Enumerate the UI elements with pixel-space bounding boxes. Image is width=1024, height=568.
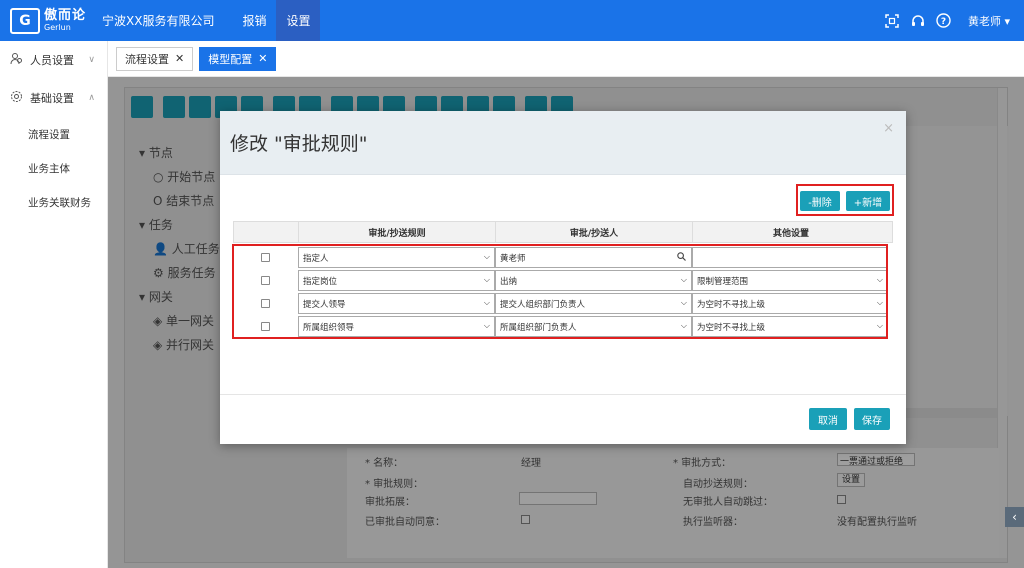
dialog-title: 修改 "审批规则": [230, 133, 368, 155]
other-settings-select[interactable]: 限制管理范围 ⌵: [692, 270, 888, 291]
rule-select[interactable]: 所属组织领导 ⌵: [298, 316, 495, 337]
table-body: 指定人 ⌵ 黄老师 指定岗位 ⌵ 出纳 ⌵ 限制管理范围 ⌵ 提交人领导 ⌵ 提交人组织部…: [232, 244, 893, 339]
sidebar-group-basic[interactable]: 基础设置 ∧: [0, 79, 107, 117]
nav-settings[interactable]: 设置: [276, 0, 321, 41]
column-header: 审批/抄送人: [496, 222, 693, 242]
tab-process-settings[interactable]: 流程设置 ✕: [116, 46, 194, 71]
other-settings-select[interactable]: 为空时不寻找上级 ⌵: [692, 316, 888, 337]
person-select[interactable]: 出纳 ⌵: [495, 270, 692, 291]
table-row: 指定人 ⌵ 黄老师: [233, 246, 893, 269]
row-checkbox[interactable]: [261, 276, 270, 285]
other-settings-select[interactable]: 为空时不寻找上级 ⌵: [692, 293, 888, 314]
rule-select[interactable]: 指定人 ⌵: [298, 247, 495, 268]
delete-button[interactable]: -删除: [800, 191, 840, 211]
nav-reimburse[interactable]: 报销: [232, 0, 276, 41]
close-icon[interactable]: ✕: [258, 52, 267, 65]
chevron-down-icon: ⌵: [483, 252, 490, 261]
chevron-down-icon: ⌵: [483, 321, 490, 330]
row-checkbox[interactable]: [261, 253, 270, 262]
chevron-down-icon: ∨: [88, 55, 95, 65]
sidebar: 人员设置 ∨ 基础设置 ∧ 流程设置 业务主体 业务关联财务: [0, 41, 108, 568]
chevron-down-icon: ⌵: [680, 298, 687, 307]
sidebar-group-personnel[interactable]: 人员设置 ∨: [0, 41, 107, 79]
logo-en: Gerlun: [44, 23, 71, 32]
chevron-down-icon: ⌵: [680, 275, 687, 284]
chevron-down-icon: ⌵: [876, 298, 883, 307]
column-header: 审批/抄送规则: [299, 222, 496, 242]
dialog-header: 修改 "审批规则": [220, 111, 906, 175]
svg-text:?: ?: [941, 17, 946, 27]
logo-cn: 傲而论: [44, 8, 87, 23]
other-settings-field[interactable]: [692, 247, 888, 268]
rule-select[interactable]: 提交人领导 ⌵: [298, 293, 495, 314]
person-select[interactable]: 所属组织部门负责人 ⌵: [495, 316, 692, 337]
user-menu[interactable]: 黄老师 ▾: [968, 13, 1010, 29]
logo-mark: G: [10, 7, 40, 34]
tab-bar: 流程设置 ✕ 模型配置 ✕: [108, 41, 1024, 77]
row-checkbox[interactable]: [261, 322, 270, 331]
users-icon: [10, 52, 24, 68]
company-name: 宁波XX服务有限公司: [102, 14, 215, 28]
table-row: 指定岗位 ⌵ 出纳 ⌵ 限制管理范围 ⌵: [233, 269, 893, 292]
chevron-down-icon: ⌵: [483, 275, 490, 284]
scan-icon[interactable]: [884, 13, 900, 29]
column-header: 其他设置: [772, 228, 809, 239]
headset-icon[interactable]: [910, 13, 926, 29]
sidebar-item-process[interactable]: 流程设置: [0, 117, 107, 151]
dialog-footer: 取消 保存: [220, 394, 906, 444]
chevron-left-icon[interactable]: ‹: [1005, 507, 1024, 527]
action-highlight: -删除 +新增: [796, 184, 894, 216]
table-row: 提交人领导 ⌵ 提交人组织部门负责人 ⌵ 为空时不寻找上级 ⌵: [233, 292, 893, 315]
chevron-down-icon: ⌵: [680, 321, 687, 330]
search-icon[interactable]: [677, 252, 686, 264]
sidebar-item-business-finance[interactable]: 业务关联财务: [0, 185, 107, 219]
column-header: [234, 222, 299, 242]
add-button[interactable]: +新增: [846, 191, 890, 211]
top-bar: G 傲而论 Gerlun 宁波XX服务有限公司 报销 设置 ? 黄老师 ▾: [0, 0, 1024, 41]
tab-model-config[interactable]: 模型配置 ✕: [199, 46, 277, 71]
rules-table: 审批/抄送规则 审批/抄送人 其他设置 指定人 ⌵ 黄老师 指定岗位 ⌵ 出纳 ⌵ 限…: [232, 221, 893, 339]
person-select[interactable]: 提交人组织部门负责人 ⌵: [495, 293, 692, 314]
approval-rule-dialog: 修改 "审批规则" × -删除 +新增 审批/抄送规则 审批/抄送人 其他设置 …: [220, 111, 906, 444]
close-icon[interactable]: ×: [883, 121, 894, 136]
sidebar-group-label: 人员设置: [30, 54, 74, 67]
help-icon[interactable]: ?: [936, 13, 952, 29]
close-icon[interactable]: ✕: [175, 52, 184, 65]
chevron-down-icon: ⌵: [876, 275, 883, 284]
person-input[interactable]: 黄老师: [495, 247, 692, 268]
chevron-down-icon: ⌵: [483, 298, 490, 307]
save-button[interactable]: 保存: [854, 408, 890, 430]
table-header: 审批/抄送规则 审批/抄送人 其他设置: [233, 221, 893, 243]
row-checkbox[interactable]: [261, 299, 270, 308]
chevron-up-icon: ∧: [88, 93, 95, 103]
rule-select[interactable]: 指定岗位 ⌵: [298, 270, 495, 291]
sidebar-group-label: 基础设置: [30, 92, 74, 105]
cancel-button[interactable]: 取消: [809, 408, 847, 430]
logo[interactable]: G 傲而论 Gerlun: [0, 0, 100, 41]
gear-icon: [10, 90, 24, 106]
chevron-down-icon: ⌵: [876, 321, 883, 330]
table-row: 所属组织领导 ⌵ 所属组织部门负责人 ⌵ 为空时不寻找上级 ⌵: [233, 315, 893, 338]
sidebar-item-business-entity[interactable]: 业务主体: [0, 151, 107, 185]
